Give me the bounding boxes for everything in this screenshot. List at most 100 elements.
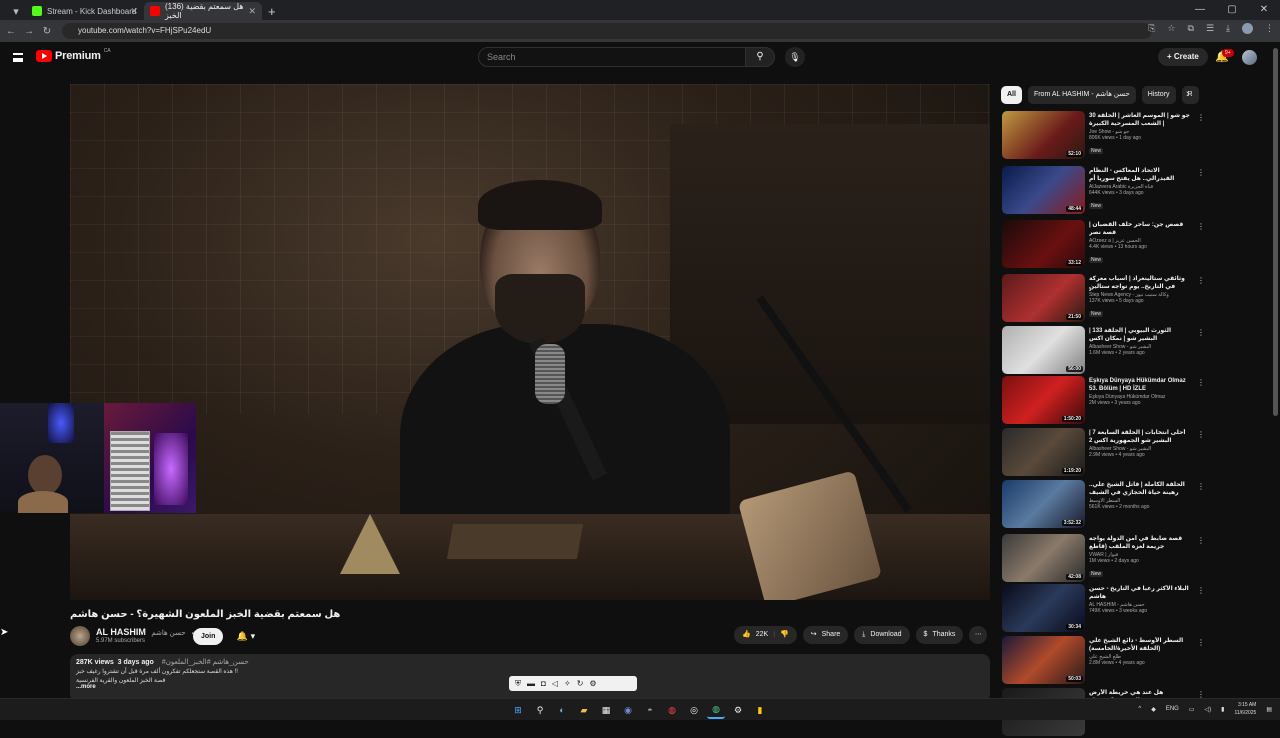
recommendation-item[interactable]: 56:00 الثورث البيوبي | الحلقة 133 | البشي… [1002,326,1205,376]
create-button[interactable]: + Create [1158,48,1208,66]
hamburger-menu-icon[interactable] [13,53,23,62]
new-tab-button[interactable]: + [268,2,276,20]
recommendation-title[interactable]: الاتحاد المعاكس - النظام الفيدرالي.. هل … [1089,167,1191,183]
discord-icon[interactable]: ◉ [619,701,637,719]
kebab-menu-icon[interactable]: ⋮ [1265,23,1274,34]
language-indicator[interactable]: ENG [1166,706,1179,712]
minimize-button[interactable]: — [1184,0,1216,20]
settings-gear-icon[interactable]: ⚙ [729,701,747,719]
clock[interactable]: 3:15 AM 11/6/2025 [1234,701,1256,717]
more-actions-button[interactable]: ⋯ [969,626,988,644]
video-thumbnail[interactable]: 1:50:20 [1002,376,1085,424]
calendar-icon[interactable]: ▦ [597,701,615,719]
downloads-icon[interactable]: ⤓ [1226,23,1230,34]
thanks-button[interactable]: $ Thanks [915,626,964,644]
more-options-icon[interactable]: ⋮ [1197,536,1205,545]
recommendation-item[interactable]: 42:08 قصة ضابط في أمن الدولة يواجه جريمة … [1002,534,1205,584]
recommendation-item[interactable]: 33:12 قصص جن: ساحر خلف القضبان | قصة نصر A… [1002,220,1205,270]
refresh-icon[interactable]: ↻ [577,679,584,688]
channel-name[interactable]: AL HASHIM حسن هاشم ✔ [96,627,197,637]
video-thumbnail[interactable]: 33:12 [1002,220,1085,268]
chrome-active-icon[interactable]: ◍ [707,701,725,719]
voice-search-button[interactable]: 🎙 [785,47,805,67]
folder-icon[interactable]: ▬ [527,679,535,688]
recommendation-title[interactable]: Eşkıya Dünyaya Hükümdar Olmaz 53. Bölüm … [1089,377,1191,393]
reload-button[interactable]: ↻ [38,26,56,37]
forward-button[interactable]: → [20,26,38,37]
network-icon[interactable]: ▭ [1189,706,1195,713]
channel-avatar[interactable] [70,626,90,646]
tab-search-icon[interactable]: ▾ [6,2,26,20]
shield-icon[interactable]: ⛨ [515,679,521,689]
more-options-icon[interactable]: ⋮ [1197,168,1205,177]
more-options-icon[interactable]: ⋮ [1197,113,1205,122]
more-options-icon[interactable]: ⋮ [1197,222,1205,231]
video-thumbnail[interactable]: 50:03 [1002,636,1085,684]
more-options-icon[interactable]: ⋮ [1197,482,1205,491]
maximize-button[interactable]: ▢ [1216,0,1248,20]
tray-app-icon[interactable]: ◆ [1151,706,1156,713]
chevron-up-icon[interactable]: ^ [1138,706,1141,712]
download-button[interactable]: ⤓ Download [854,626,910,644]
steam-icon[interactable]: ◓ [641,701,659,719]
video-thumbnail[interactable]: 56:00 [1002,326,1085,374]
notification-center-icon[interactable]: ▤ [1266,706,1272,713]
page-scrollbar[interactable] [1273,48,1278,416]
close-icon[interactable]: ✕ [248,6,256,17]
account-avatar[interactable] [1242,50,1257,65]
close-window-button[interactable]: ✕ [1248,0,1280,20]
speaker-icon[interactable]: ◁ [552,679,558,688]
close-icon[interactable]: ✕ [130,6,138,17]
battery-icon[interactable]: ▮ [1221,706,1224,713]
menu-list-icon[interactable]: ☰ [1206,23,1214,34]
recommendation-item[interactable]: 48:44 الاتحاد المعاكس - النظام الفيدرالي.… [1002,166,1205,216]
share-button[interactable]: ↪ Share [802,626,849,644]
video-thumbnail[interactable]: 42:08 [1002,534,1085,582]
search-button[interactable]: ⚲ [745,47,775,67]
video-thumbnail[interactable]: 52:10 [1002,111,1085,159]
chevron-right-icon[interactable]: › [1186,88,1190,100]
video-thumbnail[interactable]: 21:50 [1002,274,1085,322]
recommendation-item[interactable]: 21:50 وثائقي ستالينغراد | أسباب معركة في … [1002,274,1205,324]
video-thumbnail[interactable]: 1:19:20 [1002,428,1085,476]
video-player[interactable] [70,84,990,600]
more-options-icon[interactable]: ⋮ [1197,378,1205,387]
install-icon[interactable]: ⎘ [1148,23,1155,34]
copilot-icon[interactable]: ◐ [553,701,571,719]
recommendation-item[interactable]: 3:52:32 الحلقة الكاملة | قاتل الشيخ علي..… [1002,480,1205,530]
pin-icon[interactable]: ✧ [564,679,571,688]
video-thumbnail[interactable]: 30:34 [1002,584,1085,632]
chip-history[interactable]: History [1141,86,1176,104]
more-options-icon[interactable]: ⋮ [1197,328,1205,337]
tab-kick[interactable]: Stream - Kick Dashboard ✕ [26,2,144,20]
recommendation-item[interactable]: 1:19:20 أحلى انتخابات | الحلقة السابعة 7 … [1002,428,1205,478]
notes-icon[interactable]: ▮ [751,701,769,719]
hashtags[interactable]: #حسن_هاشم #الخبز_الملعون [162,659,249,666]
search-icon[interactable]: ⚲ [531,701,549,719]
recommendation-title[interactable]: البلاء الأكثر رعباً في التاريخ - حسن هاش… [1089,585,1191,601]
back-button[interactable]: ← [2,26,20,37]
bookmark-star-icon[interactable]: ☆ [1167,23,1175,34]
tab-youtube[interactable]: (136) هل سمعتم بقضية الخبز ✕ [144,2,262,20]
more-options-icon[interactable]: ⋮ [1197,638,1205,647]
chip-all[interactable]: All [1001,86,1022,104]
more-options-icon[interactable]: ⋮ [1197,586,1205,595]
recommendation-title[interactable]: السطر الأوسط - دائع الشيخ علي (الحلقة ال… [1089,637,1191,653]
recommendation-title[interactable]: قصة ضابط في أمن الدولة يواجه جريمة لغزه … [1089,535,1191,551]
file-explorer-icon[interactable]: ▰ [575,701,593,719]
search-input[interactable]: Search [478,47,746,67]
video-thumbnail[interactable]: 3:52:32 [1002,480,1085,528]
extensions-icon[interactable]: ⧉ [1188,23,1194,34]
like-button[interactable]: 👍 22K | 👎 [734,626,797,644]
recommendation-item[interactable]: 50:03 السطر الأوسط - دائع الشيخ علي (الحل… [1002,636,1205,686]
more-options-icon[interactable]: ⋮ [1197,276,1205,285]
chip-next[interactable]: R [1181,86,1199,104]
url-field[interactable]: youtube.com/watch?v=FHjSPu24edU [62,23,1152,39]
join-button[interactable]: Join [193,628,224,645]
recommendation-title[interactable]: وثائقي ستالينغراد | أسباب معركة في التار… [1089,275,1191,291]
video-thumbnail[interactable]: 48:44 [1002,166,1085,214]
volume-icon[interactable]: ◁) [1205,706,1212,713]
recommendation-item[interactable]: 1:50:20 Eşkıya Dünyaya Hükümdar Olmaz 53.… [1002,376,1205,426]
recommendation-title[interactable]: الحلقة الكاملة | قاتل الشيخ علي.. رهينة … [1089,481,1191,497]
recommendation-item[interactable]: 30:34 البلاء الأكثر رعباً في التاريخ - حس… [1002,584,1205,634]
